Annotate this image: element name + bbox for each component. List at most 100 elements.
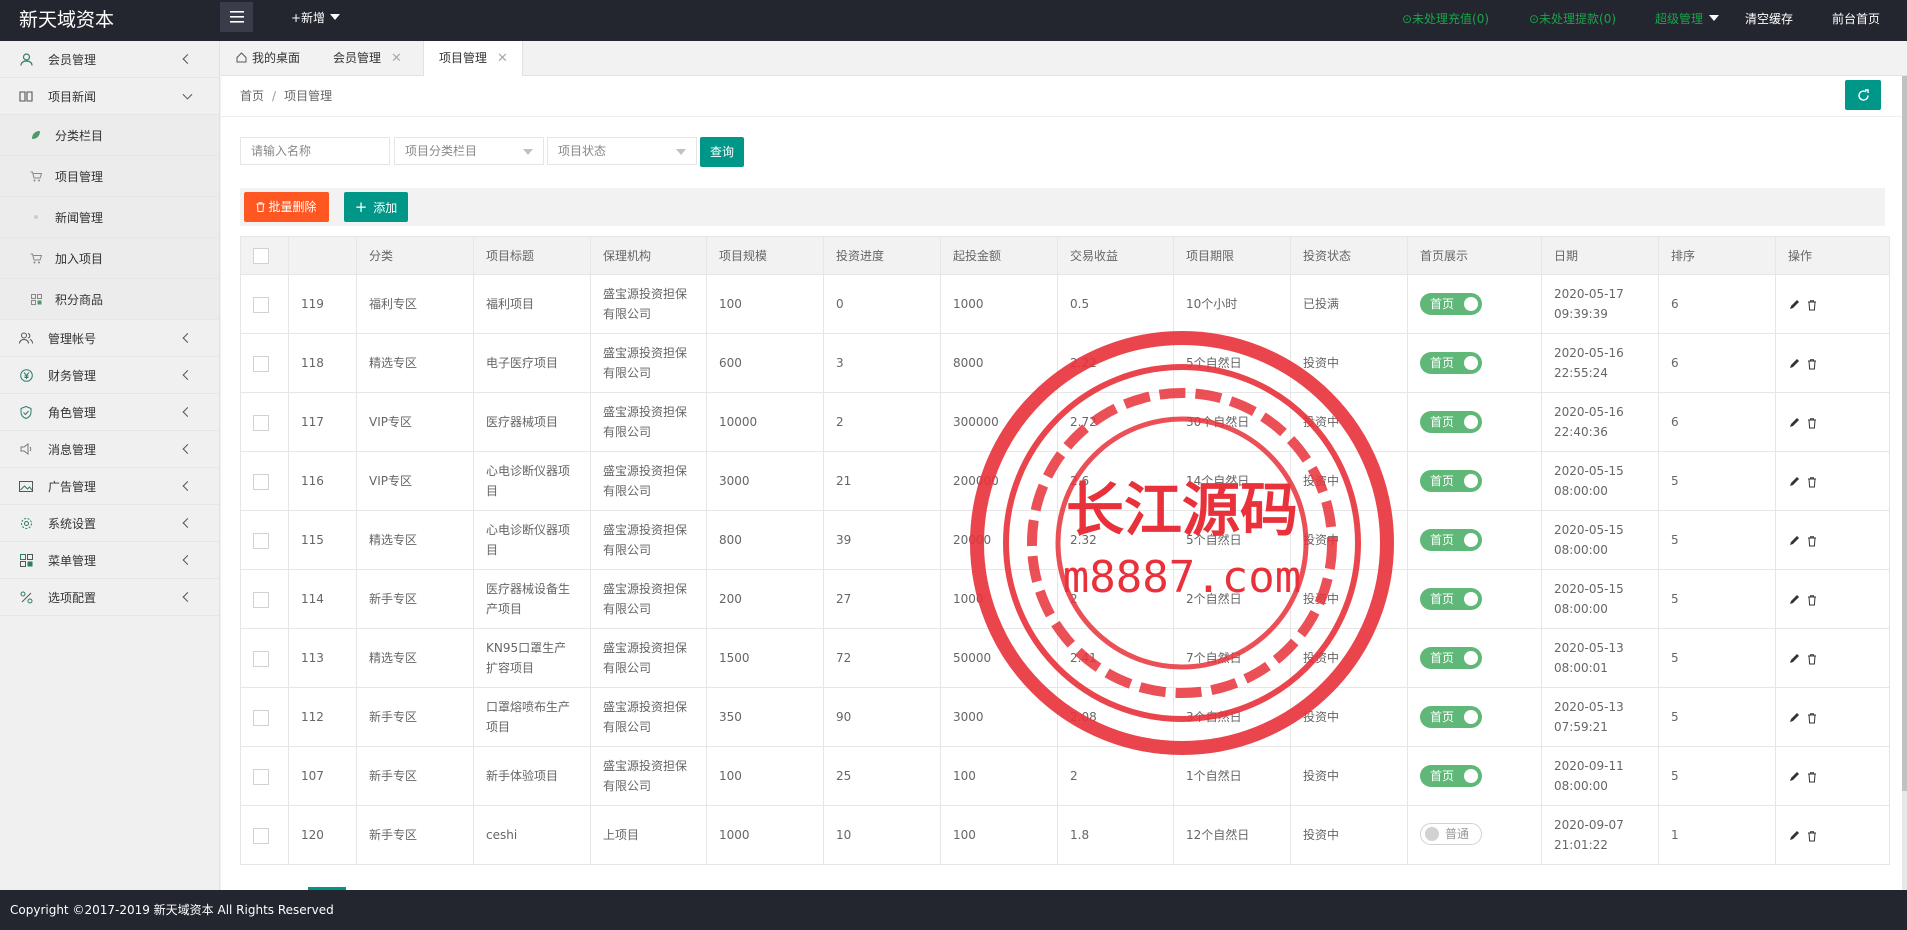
edit-icon[interactable]: [1788, 830, 1800, 842]
image-icon: [19, 479, 33, 493]
sidebar-item-join-project[interactable]: 加入项目: [0, 238, 219, 279]
front-home-link[interactable]: 前台首页: [1832, 10, 1880, 27]
row-checkbox[interactable]: [253, 768, 269, 785]
cell-org: 盛宝源投资担保有限公司: [590, 746, 707, 806]
delete-icon[interactable]: [1806, 417, 1818, 429]
delete-icon[interactable]: [1806, 712, 1818, 724]
row-checkbox-cell: [240, 392, 289, 452]
home-display-toggle[interactable]: 首页: [1420, 470, 1483, 492]
cell-scale: 100: [706, 746, 824, 806]
sidebar-item-admin-accounts[interactable]: 管理帐号: [0, 320, 219, 357]
edit-icon[interactable]: [1788, 358, 1800, 370]
category-select[interactable]: 项目分类栏目: [394, 137, 544, 165]
delete-icon[interactable]: [1806, 653, 1818, 665]
close-icon[interactable]: ✕: [497, 51, 508, 66]
sidebar-item-roles[interactable]: 角色管理: [0, 394, 219, 431]
edit-icon[interactable]: [1788, 771, 1800, 783]
select-all-checkbox[interactable]: [253, 247, 269, 264]
edit-icon[interactable]: [1788, 417, 1800, 429]
sidebar-item-options[interactable]: 选项配置: [0, 579, 219, 616]
delete-icon[interactable]: [1806, 771, 1818, 783]
query-button[interactable]: 查询: [700, 137, 744, 167]
home-display-toggle[interactable]: 首页: [1420, 529, 1483, 551]
breadcrumb-current: 项目管理: [284, 89, 333, 103]
row-checkbox[interactable]: [253, 650, 269, 667]
home-display-toggle[interactable]: 首页: [1420, 588, 1483, 610]
cell-progress: 2: [823, 392, 941, 452]
sidebar-item-messages[interactable]: 消息管理: [0, 431, 219, 468]
home-display-toggle[interactable]: 首页: [1420, 411, 1483, 433]
tab-member-management[interactable]: 会员管理 ✕: [333, 41, 402, 76]
search-name-input[interactable]: 请输入名称: [240, 137, 390, 165]
edit-icon[interactable]: [1788, 653, 1800, 665]
row-checkbox[interactable]: [253, 355, 269, 372]
pending-withdraw-link[interactable]: ⊙未处理提款(0): [1529, 10, 1616, 27]
row-checkbox[interactable]: [253, 473, 269, 490]
row-checkbox[interactable]: [253, 296, 269, 313]
edit-icon[interactable]: [1788, 476, 1800, 488]
tab-project-management[interactable]: 项目管理 ✕: [423, 41, 523, 77]
delete-icon[interactable]: [1806, 535, 1818, 547]
sidebar-item-finance[interactable]: 财务管理: [0, 357, 219, 394]
row-checkbox[interactable]: [253, 532, 269, 549]
delete-icon[interactable]: [1806, 830, 1818, 842]
delete-icon[interactable]: [1806, 476, 1818, 488]
admin-dropdown[interactable]: 超级管理: [1655, 10, 1720, 27]
batch-delete-button[interactable]: 批量删除: [244, 192, 329, 222]
cell-status: 投资中: [1290, 510, 1408, 570]
cell-min: 200000: [940, 451, 1058, 511]
sidebar-item-project-news[interactable]: 项目新闻: [0, 78, 219, 115]
delete-icon[interactable]: [1806, 358, 1818, 370]
toggle-label: 首页: [1430, 769, 1455, 783]
edit-icon[interactable]: [1788, 594, 1800, 606]
edit-icon[interactable]: [1788, 712, 1800, 724]
clear-cache-link[interactable]: 清空缓存: [1745, 10, 1793, 27]
sidebar-item-project-management[interactable]: 项目管理: [0, 156, 219, 197]
sidebar-item-system-settings[interactable]: 系统设置: [0, 505, 219, 542]
delete-icon[interactable]: [1806, 594, 1818, 606]
close-icon[interactable]: ✕: [391, 51, 402, 66]
row-checkbox-cell: [240, 274, 289, 334]
cell-scale: 1500: [706, 628, 824, 688]
row-checkbox[interactable]: [253, 414, 269, 431]
row-id: 116: [301, 474, 324, 488]
row-checkbox[interactable]: [253, 591, 269, 608]
sidebar-item-ads[interactable]: 广告管理: [0, 468, 219, 505]
header-cell: 日期: [1541, 236, 1659, 275]
sidebar-item-points-goods[interactable]: 积分商品: [0, 279, 219, 320]
toggle-knob: [1464, 533, 1479, 547]
edit-icon[interactable]: [1788, 299, 1800, 311]
add-new-dropdown[interactable]: +新增: [291, 9, 341, 26]
tab-my-desktop[interactable]: 我的桌面: [236, 41, 300, 76]
delete-icon[interactable]: [1806, 299, 1818, 311]
sidebar-item-news-management[interactable]: 新闻管理: [0, 197, 219, 238]
edit-icon[interactable]: [1788, 535, 1800, 547]
sidebar-item-category[interactable]: 分类栏目: [0, 115, 219, 156]
home-display-toggle[interactable]: 首页: [1420, 293, 1483, 315]
sidebar-item-menus[interactable]: 菜单管理: [0, 542, 219, 579]
caret-down-icon: [523, 149, 533, 155]
home-display-toggle[interactable]: 首页: [1420, 765, 1483, 787]
home-display-toggle[interactable]: 首页: [1420, 352, 1483, 374]
cell-status: 投资中: [1290, 628, 1408, 688]
home-display-toggle[interactable]: 首页: [1420, 706, 1483, 728]
status-select[interactable]: 项目状态: [547, 137, 697, 165]
home-display-toggle[interactable]: 首页: [1420, 647, 1483, 669]
pending-recharge-link[interactable]: ⊙未处理充值(0): [1402, 10, 1489, 27]
refresh-button[interactable]: [1845, 80, 1881, 110]
row-checkbox[interactable]: [253, 827, 269, 844]
breadcrumb-home[interactable]: 首页: [240, 89, 264, 103]
row-checkbox[interactable]: [253, 709, 269, 726]
scrollbar-thumb[interactable]: [1902, 76, 1907, 791]
row-checkbox-cell: [240, 805, 289, 865]
toggle-knob: [1464, 356, 1479, 370]
row-id: 117: [301, 415, 324, 429]
add-button[interactable]: + 添加: [344, 192, 408, 222]
cell-term: 30个自然日: [1173, 392, 1291, 452]
cell-date: 2020-05-15 08:00:00: [1541, 569, 1659, 629]
sidebar-item-members[interactable]: 会员管理: [0, 41, 219, 78]
menu-toggle-button[interactable]: [220, 2, 253, 32]
home-icon: [236, 42, 247, 77]
home-display-toggle[interactable]: 普通: [1420, 823, 1482, 845]
cart-icon: [29, 169, 43, 183]
